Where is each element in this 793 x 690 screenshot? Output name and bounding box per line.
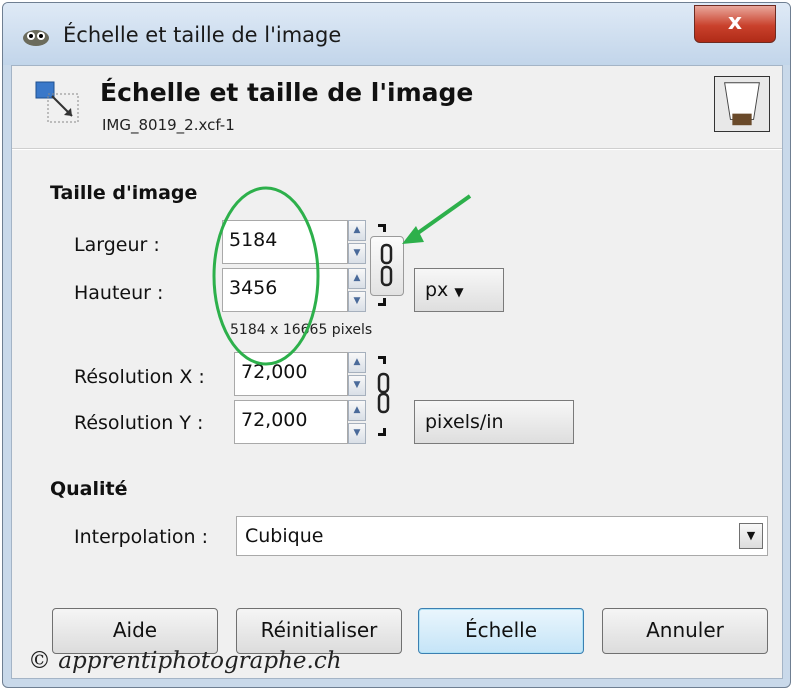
resolution-x-spinner[interactable]: ▲ ▼ xyxy=(348,352,366,396)
arrow-down-icon[interactable]: ▼ xyxy=(348,243,366,264)
interpolation-value: Cubique xyxy=(245,525,324,547)
arrow-down-icon[interactable]: ▼ xyxy=(348,423,366,444)
arrow-up-icon[interactable]: ▲ xyxy=(348,268,366,289)
res-bracket-bottom xyxy=(378,428,386,436)
pixel-size-note: 5184 x 16665 pixels xyxy=(230,322,373,338)
header-separator xyxy=(12,148,782,150)
size-unit-value: px xyxy=(425,279,449,301)
dialog-heading: Échelle et taille de l'image xyxy=(100,78,474,107)
resolution-unit-select[interactable]: pixels/in xyxy=(414,400,574,444)
height-label: Hauteur : xyxy=(74,282,164,304)
resolution-chain-icon[interactable] xyxy=(376,372,392,416)
image-filename: IMG_8019_2.xcf-1 xyxy=(102,116,235,134)
interpolation-label: Interpolation : xyxy=(74,526,209,548)
resolution-y-label: Résolution Y : xyxy=(74,412,204,434)
scale-button[interactable]: Échelle xyxy=(418,608,584,654)
height-input[interactable]: 3456 xyxy=(222,268,348,312)
dialog-window: Échelle et taille de l'image x Échelle e… xyxy=(2,2,791,688)
cancel-button[interactable]: Annuler xyxy=(602,608,768,654)
size-unit-select[interactable]: px ▼ xyxy=(414,268,504,312)
arrow-up-icon[interactable]: ▲ xyxy=(348,220,366,241)
title-bar[interactable]: Échelle et taille de l'image x xyxy=(3,3,790,65)
dropdown-arrow-icon: ▼ xyxy=(454,285,464,299)
resolution-y-input[interactable]: 72,000 xyxy=(234,400,348,444)
width-label: Largeur : xyxy=(74,234,160,256)
gimp-icon xyxy=(23,30,49,46)
width-spinner[interactable]: ▲ ▼ xyxy=(348,220,366,264)
scale-image-icon xyxy=(35,81,79,123)
arrow-down-icon[interactable]: ▼ xyxy=(348,291,366,312)
chain-bracket-top xyxy=(378,224,386,232)
chain-link-icon xyxy=(380,243,393,287)
resolution-x-input[interactable]: 72,000 xyxy=(234,352,348,396)
arrow-up-icon[interactable]: ▲ xyxy=(348,352,366,373)
close-icon: x xyxy=(727,10,743,35)
close-button[interactable]: x xyxy=(694,5,776,43)
resolution-y-spinner[interactable]: ▲ ▼ xyxy=(348,400,366,444)
resolution-unit-value: pixels/in xyxy=(425,411,504,433)
dropdown-arrow-icon[interactable]: ▼ xyxy=(739,523,763,549)
image-size-section-title: Taille d'image xyxy=(50,182,198,204)
res-bracket-top xyxy=(378,356,386,364)
resolution-x-label: Résolution X : xyxy=(74,366,205,388)
interpolation-select[interactable]: Cubique ▼ xyxy=(236,516,768,556)
window-title: Échelle et taille de l'image xyxy=(63,23,342,47)
width-input[interactable]: 5184 xyxy=(222,220,348,264)
copyright-watermark: © apprentiphotographe.ch xyxy=(28,648,342,674)
image-thumbnail xyxy=(714,76,770,132)
arrow-down-icon[interactable]: ▼ xyxy=(348,375,366,396)
height-spinner[interactable]: ▲ ▼ xyxy=(348,268,366,312)
quality-section-title: Qualité xyxy=(50,478,128,500)
dialog-body: Échelle et taille de l'image IMG_8019_2.… xyxy=(11,65,783,679)
chain-bracket-bottom xyxy=(378,298,386,306)
size-chain-toggle[interactable] xyxy=(370,236,404,296)
arrow-up-icon[interactable]: ▲ xyxy=(348,400,366,421)
